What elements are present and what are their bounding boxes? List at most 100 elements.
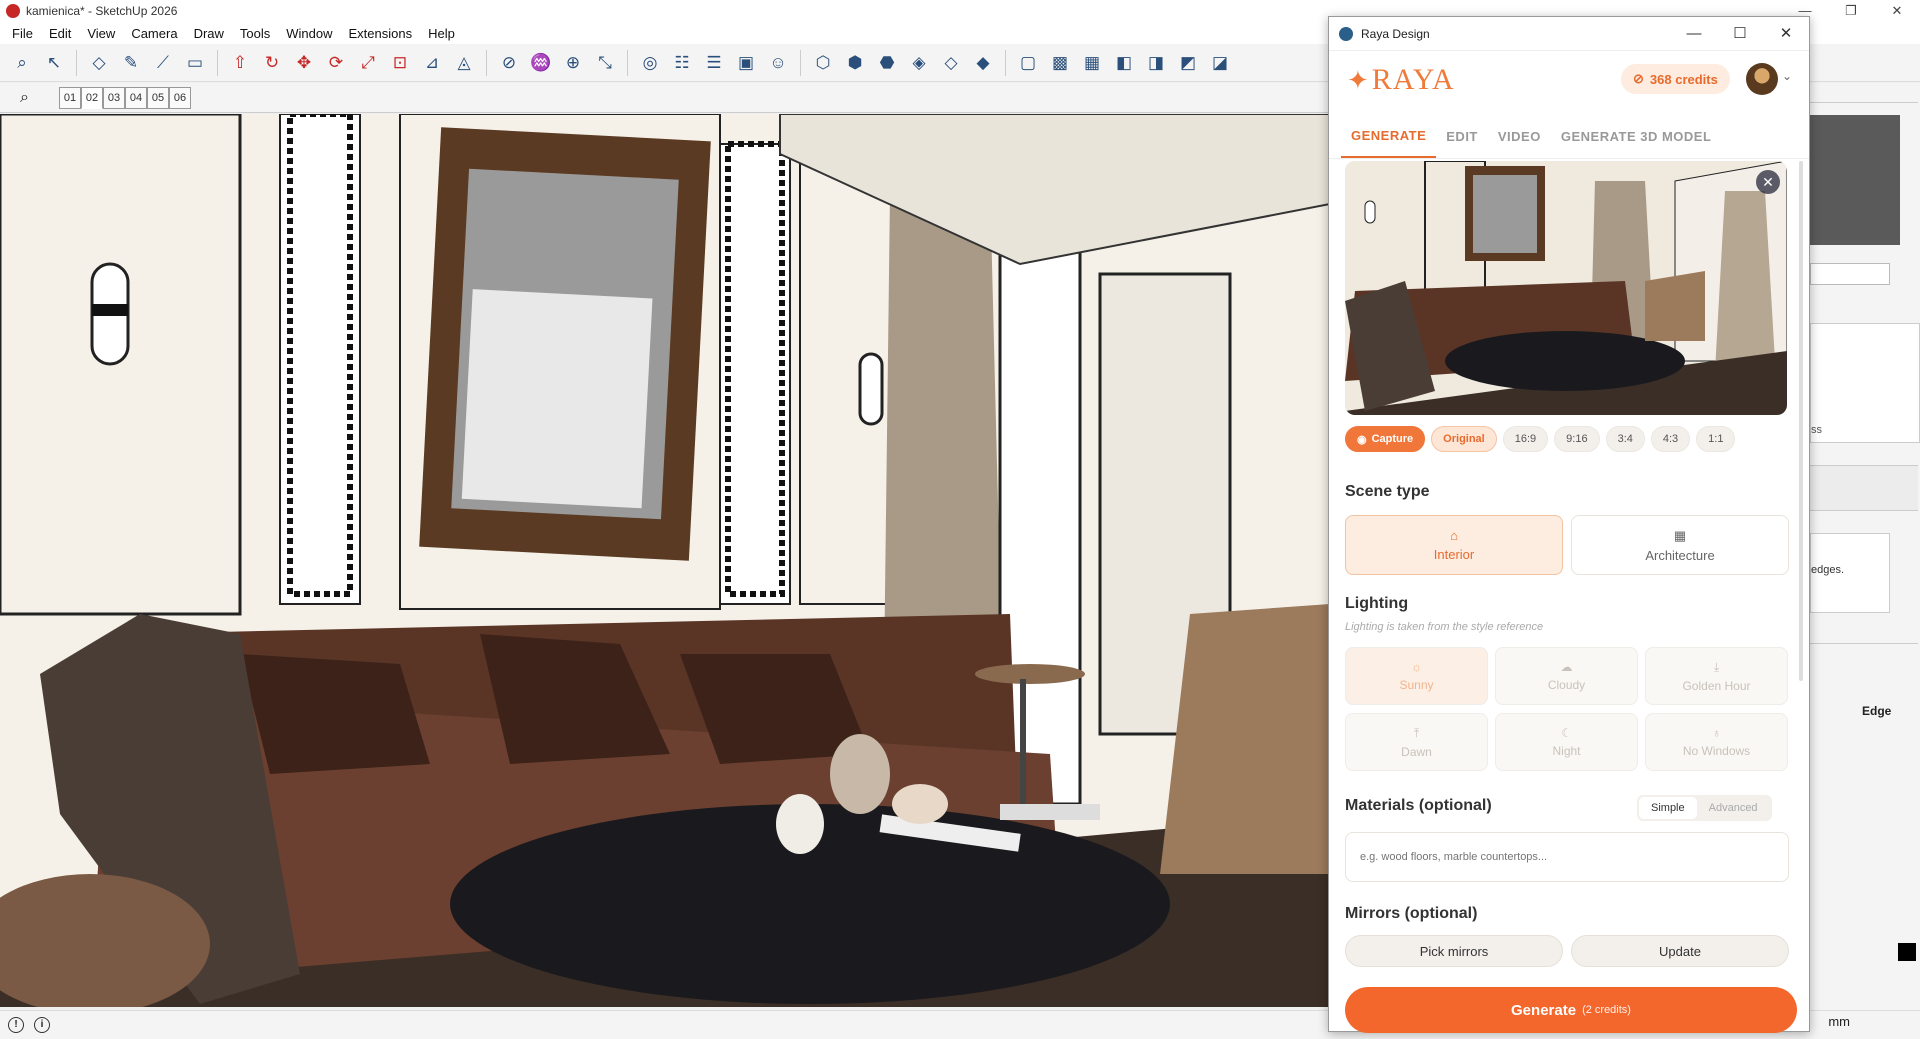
lighting-sunny[interactable]: ☼ Sunny — [1345, 647, 1488, 705]
tape-measure-icon[interactable]: ⊿ — [418, 49, 446, 77]
lighting-no-windows[interactable]: ♁ No Windows — [1645, 713, 1788, 771]
color-swatch[interactable] — [1898, 943, 1916, 961]
push-pull-icon[interactable]: ⇧ — [226, 49, 254, 77]
menu-tools[interactable]: Tools — [232, 26, 278, 41]
materials-input[interactable] — [1345, 832, 1789, 882]
scene-tab-05[interactable]: 05 — [146, 86, 169, 109]
lighting-golden-hour[interactable]: ⤓ Golden Hour — [1645, 647, 1788, 705]
left-view-icon[interactable]: ◆ — [969, 49, 997, 77]
menu-window[interactable]: Window — [278, 26, 340, 41]
cloud-icon: ☁ — [1560, 660, 1573, 674]
menu-extensions[interactable]: Extensions — [341, 26, 421, 41]
menu-draw[interactable]: Draw — [186, 26, 232, 41]
close-button[interactable]: ✕ — [1874, 0, 1920, 22]
zoom-extents-icon[interactable]: ⤡ — [591, 49, 619, 77]
top-view-icon[interactable]: ⬢ — [841, 49, 869, 77]
components-icon[interactable]: ◎ — [636, 49, 664, 77]
ratio-original[interactable]: Original — [1431, 426, 1497, 452]
lighting-night[interactable]: ☾ Night — [1495, 713, 1638, 771]
xray-icon[interactable]: ◨ — [1142, 49, 1170, 77]
rotate-icon[interactable]: ⟳ — [322, 49, 350, 77]
generate-button[interactable]: Generate (2 credits) — [1345, 987, 1797, 1033]
offset-icon[interactable]: ⊡ — [386, 49, 414, 77]
preview-close-icon[interactable]: ✕ — [1756, 170, 1780, 194]
credits-badge[interactable]: ⊘ 368 credits — [1621, 64, 1730, 94]
capture-button[interactable]: ◉ Capture — [1345, 426, 1426, 452]
back-view-icon[interactable]: ◇ — [937, 49, 965, 77]
follow-me-icon[interactable]: ↻ — [258, 49, 286, 77]
search-icon[interactable]: ⌕ — [8, 49, 36, 77]
lighting-cloudy[interactable]: ☁ Cloudy — [1495, 647, 1638, 705]
tab-generate-3d-model[interactable]: GENERATE 3D MODEL — [1551, 115, 1722, 158]
user-avatar[interactable] — [1746, 63, 1778, 95]
scene-tab-01[interactable]: 01 — [58, 86, 81, 109]
chevron-down-icon[interactable]: ⌄ — [1782, 69, 1792, 83]
eraser-icon[interactable]: ◇ — [85, 49, 113, 77]
styles-icon[interactable]: ☷ — [668, 49, 696, 77]
tab-generate[interactable]: GENERATE — [1341, 115, 1437, 158]
raya-minimize-button[interactable]: — — [1671, 17, 1717, 51]
shaded-icon[interactable]: ▩ — [1046, 49, 1074, 77]
materials-mode-simple[interactable]: Simple — [1639, 797, 1697, 819]
materials-mode-advanced[interactable]: Advanced — [1697, 797, 1770, 819]
zoom-icon[interactable]: ⊕ — [559, 49, 587, 77]
tab-edit[interactable]: EDIT — [1436, 115, 1488, 158]
layers-icon[interactable]: ☰ — [700, 49, 728, 77]
raya-maximize-button[interactable]: ☐ — [1717, 17, 1763, 51]
ratio-9-16[interactable]: 9:16 — [1554, 426, 1600, 452]
menu-help[interactable]: Help — [420, 26, 463, 41]
no-windows-label: No Windows — [1682, 744, 1751, 758]
scenes-icon[interactable]: ▣ — [732, 49, 760, 77]
scene-tab-02[interactable]: 02 — [80, 86, 103, 109]
building-icon: ▦ — [1673, 527, 1687, 543]
section-icon[interactable]: ⊘ — [495, 49, 523, 77]
tab-video[interactable]: VIDEO — [1488, 115, 1551, 158]
menu-camera[interactable]: Camera — [123, 26, 185, 41]
textured-icon[interactable]: ▦ — [1078, 49, 1106, 77]
line-icon[interactable]: ⟋ — [149, 49, 177, 77]
select-icon[interactable]: ↖ — [40, 49, 68, 77]
menu-file[interactable]: File — [4, 26, 41, 41]
menu-edit[interactable]: Edit — [41, 26, 79, 41]
monochrome-icon[interactable]: ◧ — [1110, 49, 1138, 77]
paint-icon[interactable]: ♒ — [527, 49, 555, 77]
right-view-icon[interactable]: ◈ — [905, 49, 933, 77]
raya-close-button[interactable]: ✕ — [1763, 17, 1809, 51]
ratio-1-1[interactable]: 1:1 — [1696, 426, 1736, 452]
scene-type-architecture[interactable]: ▦ Architecture — [1571, 515, 1789, 575]
iso-view-icon[interactable]: ⬡ — [809, 49, 837, 77]
lighting-dawn[interactable]: ⤒ Dawn — [1345, 713, 1488, 771]
scene-tab-03[interactable]: 03 — [102, 86, 125, 109]
pencil-icon[interactable]: ✎ — [117, 49, 145, 77]
geo-location-icon[interactable]: ! — [8, 1017, 24, 1033]
protractor-icon[interactable]: ◬ — [450, 49, 478, 77]
generate-label: Generate — [1511, 1001, 1577, 1019]
model-viewport[interactable] — [0, 114, 1330, 1007]
info-icon[interactable]: i — [34, 1017, 50, 1033]
ratio-16-9[interactable]: 16:9 — [1502, 426, 1549, 452]
material-name-input[interactable] — [1810, 263, 1890, 285]
wireframe-icon[interactable]: ▢ — [1014, 49, 1042, 77]
user-icon[interactable]: ☺ — [764, 49, 792, 77]
hidden-line-icon[interactable]: ◪ — [1206, 49, 1234, 77]
scene-search-icon[interactable]: ⌕ — [20, 89, 29, 107]
raya-scrollbar[interactable] — [1799, 161, 1803, 681]
menu-view[interactable]: View — [79, 26, 123, 41]
move-icon[interactable]: ✥ — [290, 49, 318, 77]
rectangle-icon[interactable]: ▭ — [181, 49, 209, 77]
backedges-icon[interactable]: ◩ — [1174, 49, 1202, 77]
scene-type-interior[interactable]: ⌂ Interior — [1345, 515, 1563, 575]
front-view-icon[interactable]: ⬣ — [873, 49, 901, 77]
scale-icon[interactable]: ⤢ — [354, 49, 382, 77]
tray-list[interactable]: ss — [1810, 323, 1920, 443]
update-mirrors-button[interactable]: Update — [1571, 935, 1789, 967]
raya-tabs: GENERATE EDIT VIDEO GENERATE 3D MODEL — [1329, 115, 1809, 159]
scene-tab-06[interactable]: 06 — [168, 86, 191, 109]
scene-tab-04[interactable]: 04 — [124, 86, 147, 109]
tray-panel-headers[interactable] — [1810, 465, 1918, 511]
restore-button[interactable]: ❐ — [1828, 0, 1874, 22]
ratio-3-4[interactable]: 3:4 — [1605, 426, 1645, 452]
app-title: kamienica* - SketchUp 2026 — [26, 4, 178, 18]
ratio-4-3[interactable]: 4:3 — [1650, 426, 1691, 452]
pick-mirrors-button[interactable]: Pick mirrors — [1345, 935, 1563, 967]
